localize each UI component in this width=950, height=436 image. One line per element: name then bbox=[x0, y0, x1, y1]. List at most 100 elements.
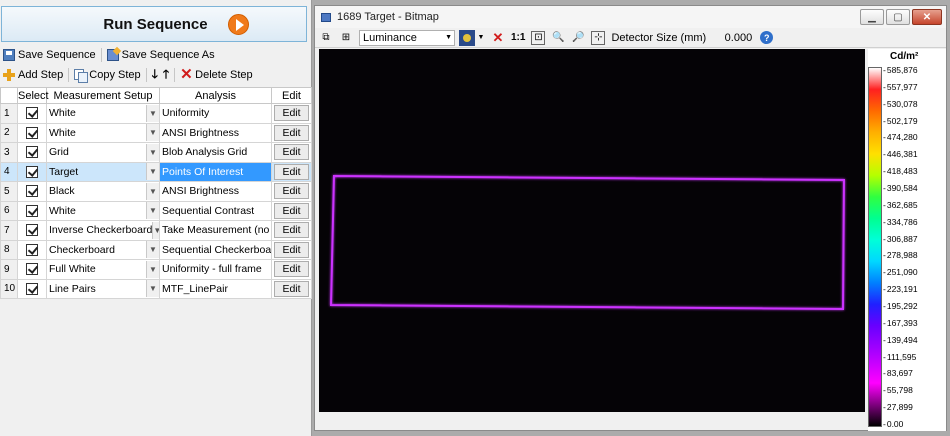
select-checkbox-cell[interactable] bbox=[17, 161, 47, 182]
chevron-down-icon[interactable]: ▼ bbox=[146, 104, 159, 122]
measurement-setup-combo[interactable]: Line Pairs ▼ bbox=[46, 278, 160, 299]
edit-button[interactable]: Edit bbox=[274, 124, 309, 141]
detector-size-value[interactable]: 0.000 bbox=[712, 32, 753, 44]
edit-button[interactable]: Edit bbox=[274, 105, 309, 122]
display-mode-select[interactable]: Luminance ▼ bbox=[359, 29, 455, 46]
color-palette-button[interactable] bbox=[459, 29, 475, 46]
checkbox-checked-icon[interactable] bbox=[26, 165, 38, 178]
edit-column-header[interactable]: Edit bbox=[271, 87, 312, 104]
measurement-setup-combo[interactable]: White ▼ bbox=[46, 200, 160, 221]
chevron-down-icon[interactable]: ▼ bbox=[146, 260, 159, 278]
zoom-in-button[interactable]: 🔍 bbox=[551, 31, 565, 45]
fit-to-window-button[interactable]: ⊡ bbox=[531, 30, 546, 45]
chevron-down-icon[interactable]: ▼ bbox=[152, 221, 159, 239]
chevron-down-icon[interactable]: ▼ bbox=[146, 143, 159, 161]
select-checkbox-cell[interactable] bbox=[17, 220, 47, 241]
select-checkbox-cell[interactable] bbox=[17, 103, 47, 124]
edit-button[interactable]: Edit bbox=[274, 183, 309, 200]
analysis-column-header[interactable]: Analysis bbox=[159, 87, 272, 104]
luminance-image-viewer[interactable] bbox=[319, 49, 865, 412]
select-column-header[interactable]: Select bbox=[17, 87, 49, 104]
table-row[interactable]: 2 White ▼ ANSI Brightness Edit bbox=[0, 122, 312, 143]
table-row[interactable]: 3 Grid ▼ Blob Analysis Grid Edit bbox=[0, 142, 312, 163]
window-titlebar[interactable]: 1689 Target - Bitmap ▁ ▢ ✕ bbox=[315, 6, 946, 28]
row-number[interactable]: 10 bbox=[0, 278, 18, 299]
checkbox-checked-icon[interactable] bbox=[26, 243, 38, 256]
close-button[interactable]: ✕ bbox=[912, 9, 942, 25]
save-sequence-as-button[interactable]: Save Sequence As bbox=[106, 49, 215, 61]
measurement-setup-combo[interactable]: Grid ▼ bbox=[46, 142, 160, 163]
table-row[interactable]: 5 Black ▼ ANSI Brightness Edit bbox=[0, 181, 312, 202]
select-checkbox-cell[interactable] bbox=[17, 239, 47, 260]
analysis-cell[interactable]: ANSI Brightness bbox=[159, 181, 272, 202]
table-row[interactable]: 9 Full White ▼ Uniformity - full frame Edit bbox=[0, 259, 312, 280]
copy-image-button[interactable]: ⧉ bbox=[319, 31, 333, 45]
measurement-setup-combo[interactable]: Inverse Checkerboard▼ bbox=[46, 220, 160, 241]
checkbox-checked-icon[interactable] bbox=[26, 107, 38, 120]
chevron-down-icon[interactable]: ▼ bbox=[146, 241, 159, 259]
measurement-setup-combo[interactable]: Target ▼ bbox=[46, 161, 160, 182]
delete-step-button[interactable]: ✕ Delete Step bbox=[180, 67, 252, 82]
row-number[interactable]: 4 bbox=[0, 161, 18, 182]
run-sequence-button[interactable]: Run Sequence bbox=[1, 6, 307, 42]
analysis-cell[interactable]: Uniformity - full frame bbox=[159, 259, 272, 280]
help-button[interactable]: ? bbox=[760, 31, 774, 44]
checkbox-checked-icon[interactable] bbox=[26, 185, 38, 198]
detector-size-button[interactable]: ⊹ bbox=[591, 30, 606, 45]
select-checkbox-cell[interactable] bbox=[17, 259, 47, 280]
chevron-down-icon[interactable]: ▼ bbox=[146, 182, 159, 200]
row-number[interactable]: 6 bbox=[0, 200, 18, 221]
table-row[interactable]: 7 Inverse Checkerboard▼Take Measurement (… bbox=[0, 220, 312, 241]
checkbox-checked-icon[interactable] bbox=[26, 204, 38, 217]
maximize-button[interactable]: ▢ bbox=[886, 9, 910, 25]
table-row[interactable]: 8 Checkerboard ▼Sequential Checkerboard ..… bbox=[0, 239, 312, 260]
checkbox-checked-icon[interactable] bbox=[26, 263, 38, 276]
one-to-one-button[interactable]: 1:1 bbox=[511, 31, 525, 45]
edit-button[interactable]: Edit bbox=[274, 163, 309, 180]
edit-button[interactable]: Edit bbox=[274, 144, 309, 161]
chevron-down-icon[interactable]: ▼ bbox=[146, 163, 159, 181]
edit-button[interactable]: Edit bbox=[274, 241, 309, 258]
move-up-button[interactable]: 🡑 bbox=[163, 65, 169, 86]
properties-button[interactable]: ⊞ bbox=[339, 31, 353, 45]
analysis-cell[interactable]: Sequential Contrast bbox=[159, 200, 272, 221]
checkbox-checked-icon[interactable] bbox=[26, 126, 38, 139]
palette-dropdown-button[interactable]: ▼ bbox=[477, 31, 485, 45]
table-row[interactable]: 1 White ▼ Uniformity Edit bbox=[0, 103, 312, 124]
row-number[interactable]: 3 bbox=[0, 142, 18, 163]
checkbox-checked-icon[interactable] bbox=[26, 146, 38, 159]
measurement-setup-combo[interactable]: Black ▼ bbox=[46, 181, 160, 202]
table-row[interactable]: 6 White ▼ Sequential Contrast Edit bbox=[0, 200, 312, 221]
select-checkbox-cell[interactable] bbox=[17, 278, 47, 299]
chevron-down-icon[interactable]: ▼ bbox=[146, 202, 159, 220]
analysis-cell[interactable]: ANSI Brightness bbox=[159, 122, 272, 143]
clear-button[interactable]: ✕ bbox=[491, 30, 505, 45]
row-number[interactable]: 5 bbox=[0, 181, 18, 202]
row-number[interactable]: 2 bbox=[0, 122, 18, 143]
analysis-cell[interactable]: Points Of Interest bbox=[159, 161, 272, 182]
analysis-cell[interactable]: Sequential Checkerboard ... bbox=[159, 239, 272, 260]
measurement-setup-combo[interactable]: Full White ▼ bbox=[46, 259, 160, 280]
move-down-button[interactable]: 🡓 bbox=[152, 65, 158, 86]
chevron-down-icon[interactable]: ▼ bbox=[146, 124, 159, 142]
analysis-cell[interactable]: MTF_LinePair bbox=[159, 278, 272, 299]
edit-button[interactable]: Edit bbox=[274, 222, 309, 239]
measurement-setup-combo[interactable]: White ▼ bbox=[46, 103, 160, 124]
save-sequence-button[interactable]: Save Sequence bbox=[3, 49, 96, 61]
copy-step-button[interactable]: Copy Step bbox=[74, 69, 141, 83]
select-checkbox-cell[interactable] bbox=[17, 200, 47, 221]
analysis-cell[interactable]: Blob Analysis Grid bbox=[159, 142, 272, 163]
select-checkbox-cell[interactable] bbox=[17, 142, 47, 163]
table-row[interactable]: 10 Line Pairs ▼ MTF_LinePair Edit bbox=[0, 278, 312, 299]
row-number[interactable]: 1 bbox=[0, 103, 18, 124]
minimize-button[interactable]: ▁ bbox=[860, 9, 884, 25]
edit-button[interactable]: Edit bbox=[274, 280, 309, 297]
measurement-setup-combo[interactable]: Checkerboard ▼ bbox=[46, 239, 160, 260]
measurement-setup-column-header[interactable]: Measurement Setup bbox=[46, 87, 160, 104]
row-number[interactable]: 8 bbox=[0, 239, 18, 260]
row-number[interactable]: 9 bbox=[0, 259, 18, 280]
checkbox-checked-icon[interactable] bbox=[26, 282, 38, 295]
measurement-setup-combo[interactable]: White ▼ bbox=[46, 122, 160, 143]
edit-button[interactable]: Edit bbox=[274, 202, 309, 219]
select-checkbox-cell[interactable] bbox=[17, 122, 47, 143]
